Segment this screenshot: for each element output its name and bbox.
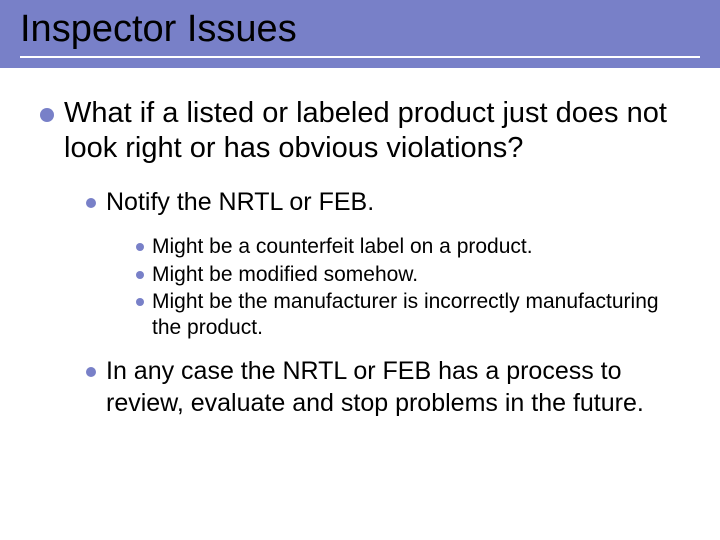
bullet-text: Might be a counterfeit label on a produc… — [152, 234, 533, 260]
bullet-level3: Might be modified somehow. — [136, 262, 680, 288]
bullet-level3: Might be a counterfeit label on a produc… — [136, 234, 680, 260]
bullet-text: Notify the NRTL or FEB. — [106, 187, 374, 218]
bullet-text: Might be the manufacturer is incorrectly… — [152, 289, 680, 340]
bullet-level1: What if a listed or labeled product just… — [40, 96, 680, 167]
bullet-level3: Might be the manufacturer is incorrectly… — [136, 289, 680, 340]
bullet-level2: Notify the NRTL or FEB. — [86, 187, 680, 218]
bullet-text: In any case the NRTL or FEB has a proces… — [106, 356, 680, 419]
bullet-icon — [86, 367, 96, 377]
slide-content: What if a listed or labeled product just… — [40, 96, 680, 429]
bullet-text: Might be modified somehow. — [152, 262, 418, 288]
bullet-icon — [40, 108, 54, 122]
slide: Inspector Issues What if a listed or lab… — [0, 0, 720, 540]
bullet-icon — [86, 198, 96, 208]
slide-title: Inspector Issues — [20, 8, 297, 51]
bullet-level2: In any case the NRTL or FEB has a proces… — [86, 356, 680, 419]
title-underline — [20, 56, 700, 58]
bullet-icon — [136, 243, 144, 251]
bullet-icon — [136, 298, 144, 306]
bullet-text: What if a listed or labeled product just… — [64, 96, 680, 167]
bullet-icon — [136, 271, 144, 279]
